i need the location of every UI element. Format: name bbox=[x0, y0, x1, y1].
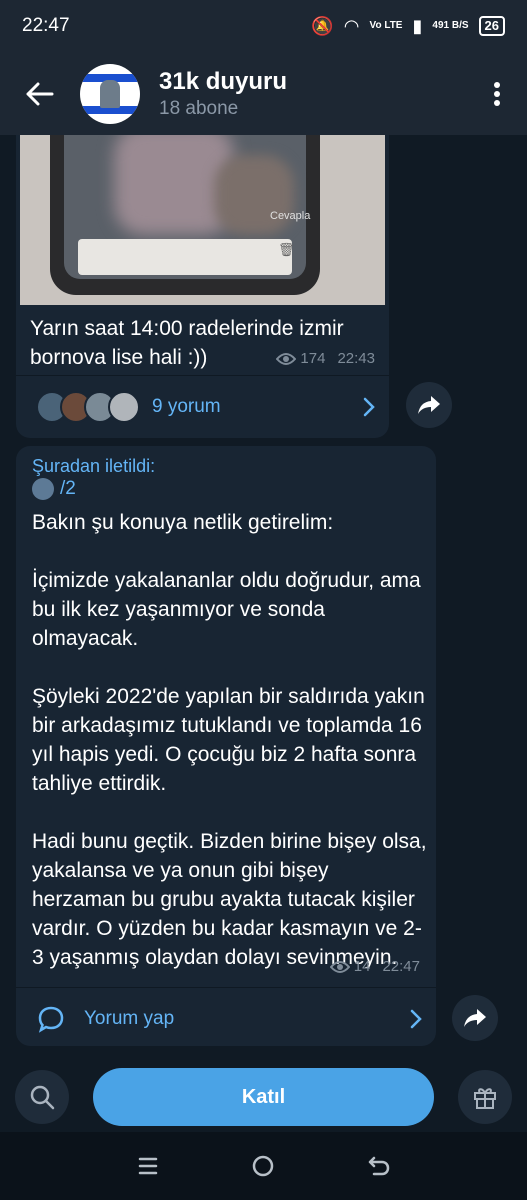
channel-title-area[interactable]: 31k duyuru 18 abone bbox=[159, 67, 467, 121]
system-nav-bar bbox=[0, 1132, 527, 1200]
home-button[interactable] bbox=[243, 1146, 283, 1186]
forwarded-source[interactable]: /2 bbox=[32, 478, 76, 500]
comments-count: 9 yorum bbox=[152, 396, 221, 417]
search-icon bbox=[30, 1085, 55, 1110]
comment-action-label: Yorum yap bbox=[84, 1008, 175, 1029]
source-name: /2 bbox=[60, 478, 76, 499]
commenter-avatar bbox=[108, 391, 140, 423]
status-icons: 🔕 ◠ Vo LTE ▮ 491 B/S 26 bbox=[311, 16, 505, 36]
share-button[interactable] bbox=[452, 995, 498, 1041]
share-arrow-icon bbox=[418, 396, 440, 414]
views-eye-icon bbox=[276, 352, 297, 365]
recent-apps-button[interactable] bbox=[128, 1146, 168, 1186]
arrow-left-icon bbox=[26, 82, 54, 105]
view-count: 14 bbox=[353, 958, 371, 975]
menu-lines-icon bbox=[138, 1157, 158, 1175]
avatar-figure bbox=[100, 79, 120, 108]
home-circle-icon bbox=[253, 1155, 274, 1177]
view-count: 174 bbox=[300, 350, 326, 367]
phone-image: Cevapla 🗑 bbox=[50, 135, 320, 295]
source-avatar bbox=[32, 478, 54, 500]
forwarded-label: Şuradan iletildi: bbox=[32, 456, 156, 476]
reply-chip: Cevapla bbox=[270, 210, 311, 222]
wifi-icon: ◠ bbox=[343, 16, 360, 36]
channel-avatar[interactable] bbox=[80, 63, 140, 124]
bottom-action-bar: Katıl bbox=[0, 1060, 527, 1132]
message-meta: 174 22:43 bbox=[276, 350, 375, 367]
battery-icon: 26 bbox=[478, 16, 505, 36]
mute-icon: 🔕 bbox=[311, 16, 334, 36]
views-eye-icon bbox=[329, 960, 350, 973]
message-time: 22:43 bbox=[337, 350, 375, 367]
phone-screen: Cevapla 🗑 bbox=[64, 135, 310, 279]
back-nav-button[interactable] bbox=[359, 1146, 399, 1186]
chevron-right-icon bbox=[396, 1009, 436, 1029]
message-bubble[interactable]: Şuradan iletildi: /2 Bakın şu konuya net… bbox=[16, 446, 436, 1046]
gift-icon bbox=[474, 1088, 496, 1109]
screen-input-area bbox=[78, 239, 292, 275]
subscriber-count: 18 abone bbox=[159, 97, 239, 119]
signal-icon: ▮ bbox=[412, 16, 423, 36]
comment-bubble-icon bbox=[36, 1005, 66, 1033]
share-arrow-icon bbox=[464, 1009, 486, 1027]
more-vertical-icon bbox=[494, 81, 500, 106]
join-button[interactable]: Katıl bbox=[93, 1068, 434, 1126]
message-meta: 14 22:47 bbox=[329, 958, 420, 975]
commenter-avatars bbox=[36, 391, 140, 423]
message-time: 22:47 bbox=[382, 958, 420, 975]
more-menu-button[interactable] bbox=[467, 52, 527, 135]
message-text: Bakın şu konuya netlik getirelim: İçimiz… bbox=[32, 511, 427, 969]
message-photo[interactable]: Cevapla 🗑 bbox=[20, 135, 385, 305]
speed-label: 491 B/S bbox=[432, 20, 469, 31]
message-bubble[interactable]: Cevapla 🗑 Yarın saat 14:00 radelerinde i… bbox=[16, 135, 389, 438]
back-return-icon bbox=[368, 1156, 390, 1176]
trash-icon: 🗑 bbox=[278, 242, 295, 257]
comments-row[interactable]: 9 yorum bbox=[16, 376, 389, 438]
gift-button[interactable] bbox=[458, 1070, 512, 1124]
chevron-right-icon bbox=[349, 397, 389, 417]
search-button[interactable] bbox=[15, 1070, 69, 1124]
status-bar: 22:47 🔕 ◠ Vo LTE ▮ 491 B/S 26 bbox=[0, 0, 527, 52]
blurred-area bbox=[214, 155, 294, 235]
network-label: Vo LTE bbox=[369, 20, 403, 31]
back-button[interactable] bbox=[0, 52, 80, 135]
channel-header: 31k duyuru 18 abone bbox=[0, 52, 527, 135]
status-time: 22:47 bbox=[22, 15, 70, 36]
channel-title: 31k duyuru bbox=[159, 67, 288, 95]
comment-row[interactable]: Yorum yap bbox=[16, 988, 436, 1050]
share-button[interactable] bbox=[406, 382, 452, 428]
